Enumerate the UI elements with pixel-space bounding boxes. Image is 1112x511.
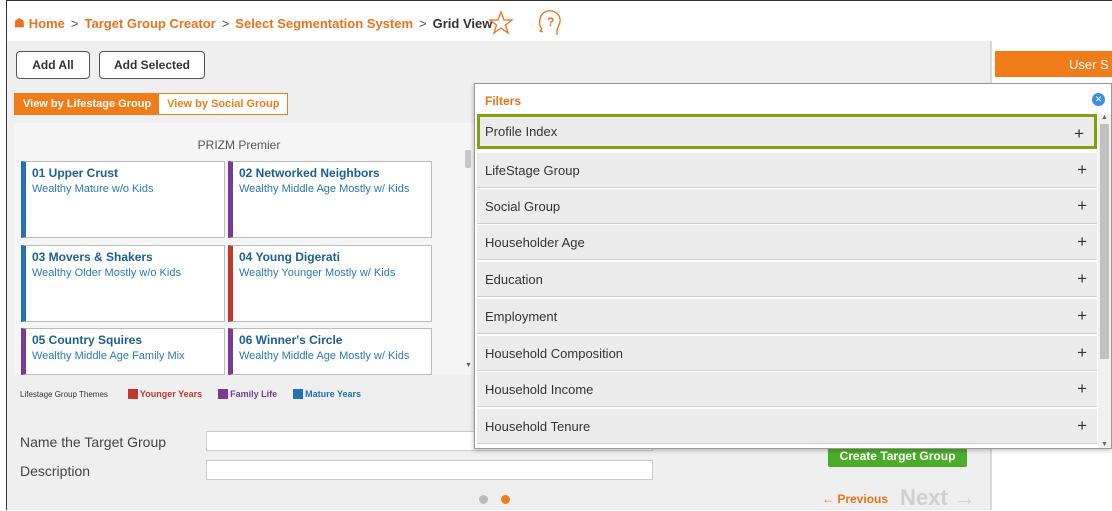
description-input[interactable]	[206, 460, 653, 480]
filters-title: Filters	[485, 94, 522, 108]
segment-title: 04 Young Digerati	[239, 250, 340, 264]
name-label: Name the Target Group	[20, 434, 167, 450]
user-tab[interactable]: User S	[995, 51, 1112, 77]
close-icon[interactable]: ✕	[1092, 93, 1105, 106]
filter-employment[interactable]: Employment +	[477, 299, 1097, 334]
breadcrumb-separator: >	[221, 15, 230, 31]
page-dot[interactable]	[479, 495, 488, 504]
lifestage-legend: Lifestage Group Themes Younger Years Fam…	[20, 389, 377, 399]
segment-subtitle: Wealthy Middle Age Mostly w/ Kids	[239, 350, 410, 362]
breadcrumb: ☗ Home > Target Group Creator > Select S…	[14, 8, 492, 38]
segment-subtitle: Wealthy Middle Age Mostly w/ Kids	[239, 183, 410, 195]
plus-icon[interactable]: +	[1077, 269, 1087, 289]
filters-panel: Filters ✕ Profile Index + LifeStage Grou…	[474, 83, 1112, 449]
filter-label: Household Composition	[485, 345, 624, 361]
breadcrumb-current: Grid View	[432, 15, 493, 31]
svg-text:?: ?	[547, 15, 554, 29]
filters-scroll-thumb[interactable]	[1100, 124, 1109, 359]
segment-title: 05 Country Squires	[32, 333, 143, 347]
filter-label: Employment	[485, 308, 558, 324]
segment-title: 01 Upper Crust	[32, 166, 119, 180]
segment-card[interactable]: 04 Young Digerati Wealthy Younger Mostly…	[228, 245, 432, 322]
segment-subtitle: Wealthy Younger Mostly w/ Kids	[239, 267, 396, 279]
filter-label: Householder Age	[485, 234, 585, 250]
scroll-down-icon[interactable]: ▼	[1101, 441, 1108, 448]
segment-subtitle: Wealthy Middle Age Family Mix	[32, 350, 185, 362]
add-all-button[interactable]: Add All	[16, 51, 90, 79]
filter-label: Household Tenure	[485, 418, 591, 434]
plus-icon[interactable]: +	[1077, 416, 1087, 436]
plus-icon[interactable]: +	[1077, 306, 1087, 326]
segment-card[interactable]: 03 Movers & Shakers Wealthy Older Mostly…	[21, 245, 225, 322]
legend-family-life: Family Life	[230, 389, 278, 399]
next-button[interactable]: Next →	[900, 485, 976, 511]
description-label: Description	[20, 463, 91, 479]
filters-header: Filters ✕	[475, 84, 1111, 114]
star-icon[interactable]	[488, 10, 514, 36]
filter-householder-age[interactable]: Householder Age +	[477, 225, 1097, 260]
filters-scrollbar[interactable]: ▲ ▼	[1098, 114, 1111, 448]
scroll-up-icon[interactable]: ▲	[1101, 114, 1108, 121]
tab-view-by-social[interactable]: View by Social Group	[159, 94, 288, 114]
breadcrumb-select-segmentation[interactable]: Select Segmentation System	[235, 16, 413, 31]
plus-icon[interactable]: +	[1077, 343, 1087, 363]
previous-button[interactable]: ← Previous	[822, 492, 888, 506]
scroll-down-icon[interactable]: ▼	[465, 362, 472, 369]
legend-younger-years: Younger Years	[139, 389, 203, 399]
help-icon[interactable]: ?	[536, 7, 564, 37]
segment-card[interactable]: 06 Winner's Circle Wealthy Middle Age Mo…	[228, 328, 432, 375]
legend-swatch	[293, 389, 304, 399]
filter-label: Education	[485, 271, 543, 287]
home-icon[interactable]: ☗	[14, 16, 25, 30]
legend-swatch	[127, 389, 138, 399]
legend-title: Lifestage Group Themes	[20, 389, 108, 399]
filter-household-income[interactable]: Household Income +	[477, 372, 1097, 407]
add-selected-button[interactable]: Add Selected	[99, 51, 205, 79]
page-dot-active[interactable]	[501, 495, 510, 504]
breadcrumb-separator: >	[419, 15, 427, 31]
legend-swatch	[218, 389, 229, 399]
plus-icon[interactable]: +	[1074, 124, 1084, 144]
segment-card[interactable]: 05 Country Squires Wealthy Middle Age Fa…	[21, 328, 225, 375]
segment-title: 02 Networked Neighbors	[239, 166, 380, 180]
filter-label: LifeStage Group	[485, 162, 580, 178]
grid-scrollbar[interactable]	[465, 150, 471, 168]
filter-label: Profile Index	[485, 124, 558, 139]
plus-icon[interactable]: +	[1077, 196, 1087, 216]
segment-title: 06 Winner's Circle	[239, 333, 343, 347]
filter-household-tenure[interactable]: Household Tenure +	[477, 409, 1097, 444]
filter-social-group[interactable]: Social Group +	[477, 189, 1097, 224]
segment-title: 03 Movers & Shakers	[32, 250, 153, 264]
plus-icon[interactable]: +	[1077, 232, 1087, 252]
segment-card[interactable]: 01 Upper Crust Wealthy Mature w/o Kids	[21, 161, 225, 238]
breadcrumb-target-group-creator[interactable]: Target Group Creator	[84, 16, 215, 31]
filter-profile-index[interactable]: Profile Index +	[477, 114, 1097, 149]
segment-card[interactable]: 02 Networked Neighbors Wealthy Middle Ag…	[228, 161, 432, 238]
plus-icon[interactable]: +	[1077, 379, 1087, 399]
filter-household-composition[interactable]: Household Composition +	[477, 336, 1097, 371]
filter-label: Household Income	[485, 381, 594, 397]
filter-label: Social Group	[485, 198, 561, 214]
tab-view-by-lifestage[interactable]: View by Lifestage Group	[15, 94, 160, 114]
segment-subtitle: Wealthy Older Mostly w/o Kids	[32, 267, 181, 279]
filter-education[interactable]: Education +	[477, 262, 1097, 297]
breadcrumb-separator: >	[70, 15, 79, 31]
view-toggle: View by Lifestage Group View by Social G…	[14, 93, 289, 115]
segment-subtitle: Wealthy Mature w/o Kids	[32, 183, 154, 195]
legend-mature-years: Mature Years	[305, 389, 361, 399]
filter-lifestage-group[interactable]: LifeStage Group +	[477, 153, 1097, 188]
plus-icon[interactable]: +	[1077, 160, 1087, 180]
breadcrumb-home[interactable]: Home	[29, 16, 65, 31]
grid-title: PRIZM Premier	[197, 138, 281, 152]
